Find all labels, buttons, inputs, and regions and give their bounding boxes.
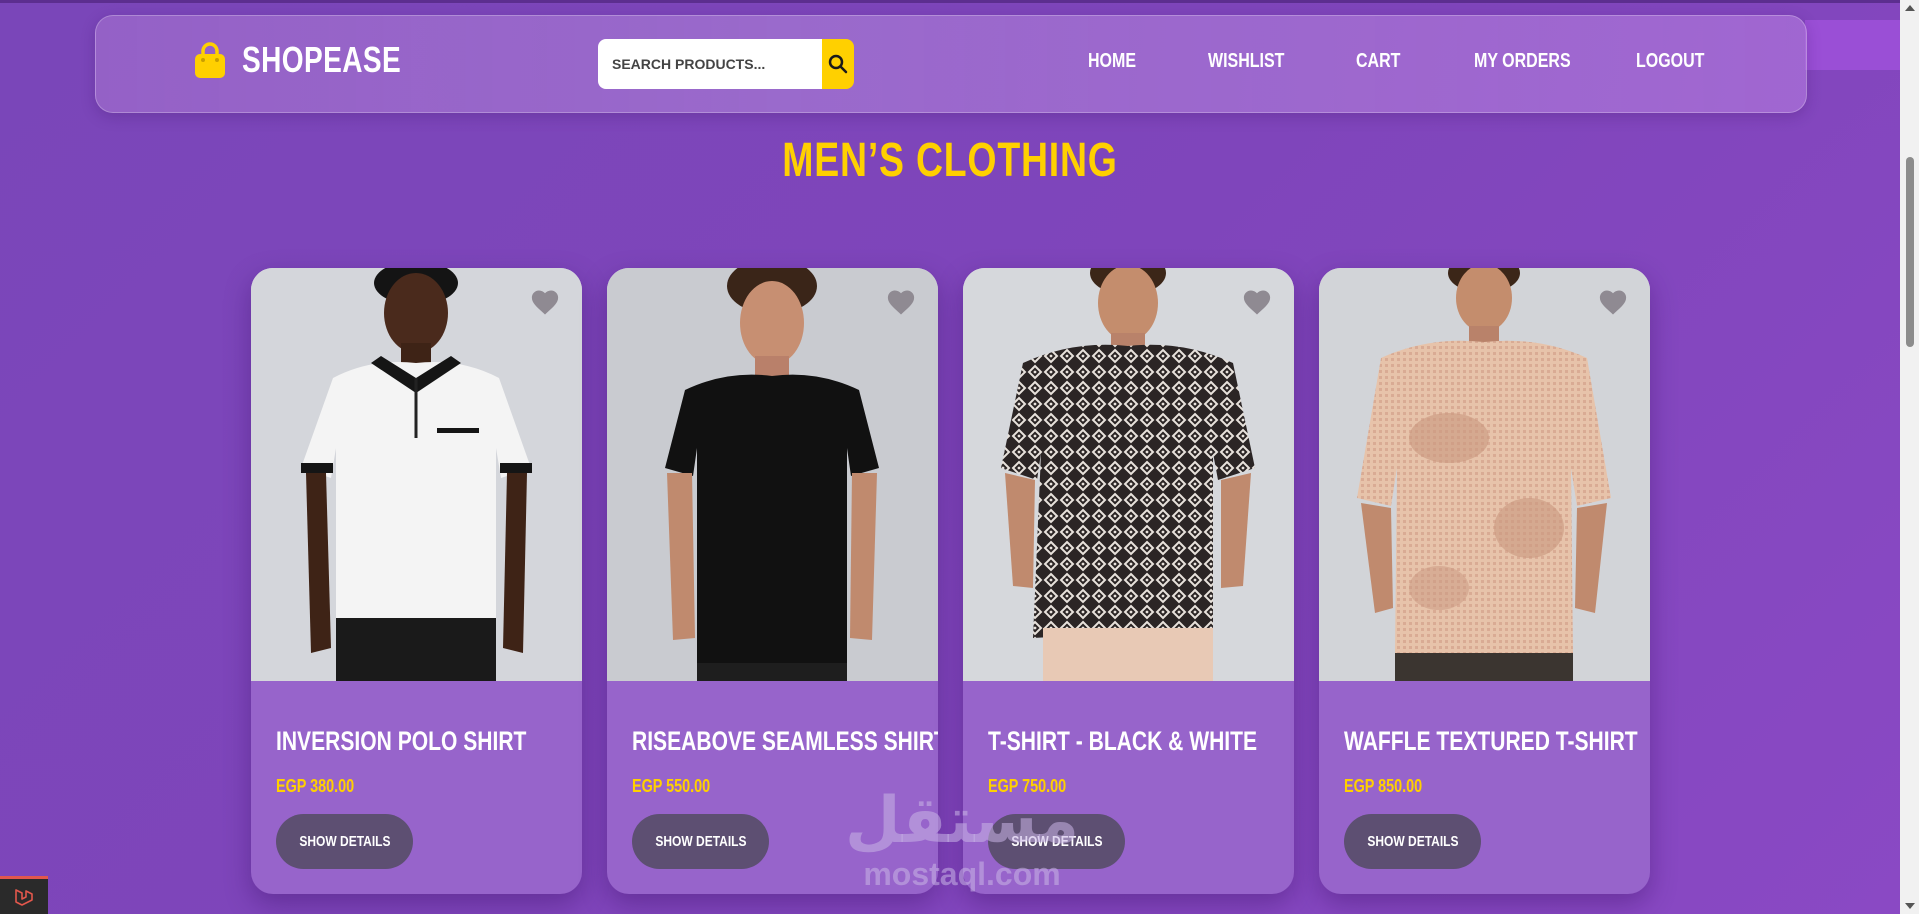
product-image[interactable] [963, 268, 1294, 681]
product-name: WAFFLE TEXTURED T-SHIRT [1344, 726, 1638, 756]
search-form [598, 39, 854, 89]
scroll-down-arrow-icon[interactable] [1905, 903, 1915, 909]
product-name: INVERSION POLO SHIRT [276, 726, 527, 756]
product-price: EGP 550.00 [632, 776, 711, 796]
heart-icon[interactable] [1598, 288, 1628, 316]
show-details-label: SHOW DETAILS [298, 833, 391, 850]
product-image[interactable] [251, 268, 582, 681]
product-image[interactable] [1319, 268, 1650, 681]
debugbar-toggle[interactable] [0, 876, 48, 914]
section-title-text: MEN’S CLOTHING [782, 134, 1118, 187]
search-button[interactable] [822, 39, 854, 89]
product-price: EGP 380.00 [276, 776, 355, 796]
product-card[interactable]: INVERSION POLO SHIRT EGP 380.00 SHOW DET… [251, 268, 582, 894]
product-card[interactable]: T-SHIRT - BLACK & WHITE EGP 750.00 SHOW … [963, 268, 1294, 894]
product-photo [963, 268, 1294, 681]
show-details-label: SHOW DETAILS [654, 833, 747, 850]
browser-top-edge [0, 0, 1900, 3]
product-photo [1319, 268, 1650, 681]
product-price: EGP 850.00 [1344, 776, 1423, 796]
product-photo [607, 268, 938, 681]
page-scrollbar[interactable] [1900, 0, 1919, 914]
brand-name: SHOPEASE [242, 39, 402, 80]
nav-cart-link[interactable]: CART [1356, 50, 1400, 73]
show-details-label: SHOW DETAILS [1010, 833, 1103, 850]
shopping-bag-icon [195, 42, 225, 78]
brand-logo[interactable]: SHOPEASE [190, 39, 446, 80]
navbar: SHOPEASE HOME WISHLIST CART MY ORDERS LO… [95, 15, 1807, 113]
scroll-up-arrow-icon[interactable] [1905, 5, 1915, 11]
product-name: RISEABOVE SEAMLESS SHIRT [632, 726, 938, 756]
nav-wishlist-link[interactable]: WISHLIST [1208, 50, 1284, 73]
heart-icon[interactable] [886, 288, 916, 316]
show-details-button[interactable]: SHOW DETAILS [988, 814, 1125, 869]
laravel-icon [15, 888, 33, 906]
header-accent [1805, 20, 1900, 70]
heart-icon[interactable] [1242, 288, 1272, 316]
nav-my-orders-link[interactable]: MY ORDERS [1474, 50, 1571, 73]
nav-logout-link[interactable]: LOGOUT [1636, 50, 1704, 73]
search-input[interactable] [598, 39, 822, 89]
show-details-label: SHOW DETAILS [1366, 833, 1459, 850]
section-title: MEN’S CLOTHING [0, 133, 1900, 188]
nav-home-link[interactable]: HOME [1088, 50, 1136, 73]
show-details-button[interactable]: SHOW DETAILS [632, 814, 769, 869]
heart-icon[interactable] [530, 288, 560, 316]
show-details-button[interactable]: SHOW DETAILS [276, 814, 413, 869]
search-icon [828, 54, 848, 74]
scroll-thumb[interactable] [1906, 157, 1914, 347]
product-image[interactable] [607, 268, 938, 681]
product-card[interactable]: RISEABOVE SEAMLESS SHIRT EGP 550.00 SHOW… [607, 268, 938, 894]
product-price: EGP 750.00 [988, 776, 1067, 796]
show-details-button[interactable]: SHOW DETAILS [1344, 814, 1481, 869]
product-name: T-SHIRT - BLACK & WHITE [988, 726, 1258, 756]
product-card[interactable]: WAFFLE TEXTURED T-SHIRT EGP 850.00 SHOW … [1319, 268, 1650, 894]
product-photo [251, 268, 582, 681]
